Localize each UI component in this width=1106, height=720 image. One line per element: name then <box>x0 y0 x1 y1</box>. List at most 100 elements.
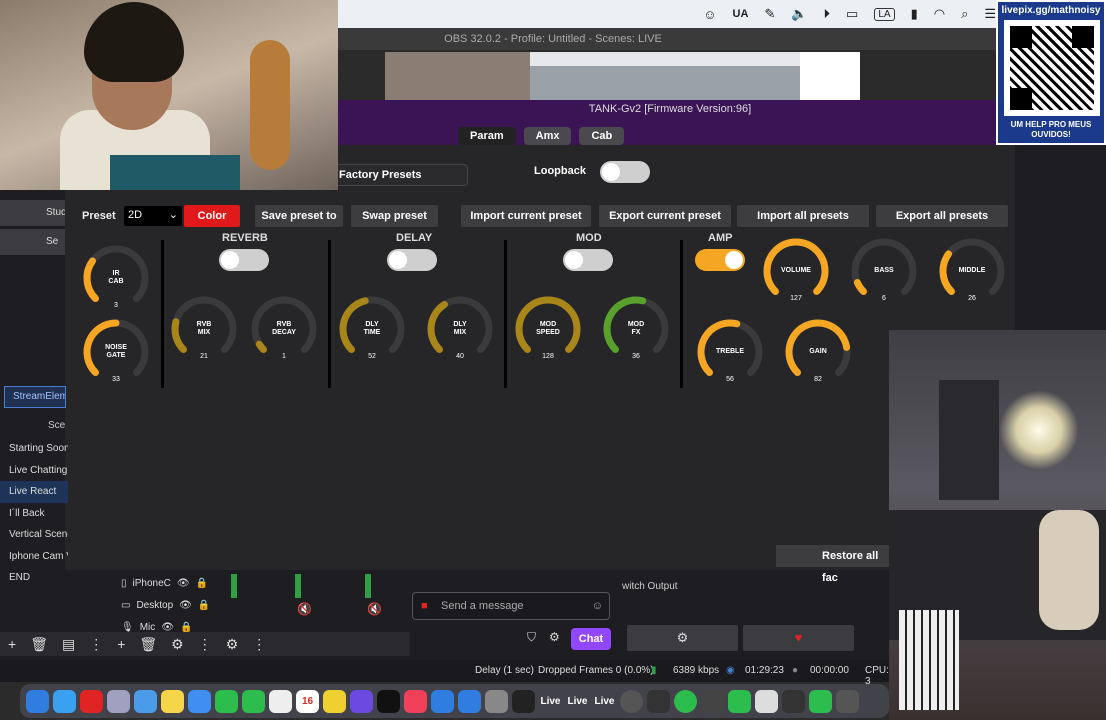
volume-icon[interactable]: 🔈 <box>791 6 807 22</box>
evernote-icon[interactable] <box>809 689 832 713</box>
scene-item[interactable]: END <box>0 567 68 589</box>
loopback-toggle[interactable] <box>600 161 650 183</box>
restore-all-factory-button[interactable]: Restore all fac <box>776 545 896 584</box>
gear-icon[interactable]: ⚙ <box>549 630 560 644</box>
preset-select[interactable]: 2D ⌄ <box>124 206 182 226</box>
lock-icon[interactable]: 🔒 <box>198 600 210 611</box>
weather-icon[interactable] <box>188 689 211 713</box>
filter-icon[interactable]: ▤ <box>62 636 75 653</box>
control-center-icon[interactable]: ☰ <box>984 6 996 22</box>
knob-bass[interactable]: BASS 6 <box>850 237 918 305</box>
eye-icon[interactable]: 👁 <box>179 600 192 611</box>
safari-icon[interactable] <box>53 689 76 713</box>
muted-speaker-icon[interactable]: 🔇 <box>297 602 312 616</box>
knob-rvb-mix[interactable]: RVB MIX 21 <box>170 295 238 363</box>
muted-speaker-icon[interactable]: 🔇 <box>367 602 382 616</box>
source-row[interactable]: ▯ iPhoneC 👁 🔒 <box>113 572 223 594</box>
save-preset-to-button[interactable]: Save preset to <box>255 205 343 227</box>
knob-mod-fx[interactable]: MOD FX 36 <box>602 295 670 363</box>
import-current-preset-button[interactable]: Import current preset <box>461 205 591 227</box>
search-icon[interactable]: ⌕ <box>961 6 968 22</box>
eye-icon[interactable]: 👁 <box>177 578 190 589</box>
factory-presets-button[interactable]: Factory Presets <box>330 164 468 186</box>
swap-preset-button[interactable]: Swap preset <box>351 205 438 227</box>
scene-item[interactable]: Live Chatting <box>0 460 68 482</box>
pen-icon[interactable]: ✎ <box>764 6 775 22</box>
misc-app-icon[interactable] <box>836 689 859 713</box>
chat-send-button[interactable]: Chat <box>571 628 611 650</box>
tab-cab[interactable]: Cab <box>579 127 625 145</box>
settings-button[interactable]: Se <box>0 229 65 255</box>
chat-input[interactable]: ■ Send a message ☺ <box>412 592 610 620</box>
appstore-icon[interactable] <box>458 689 481 713</box>
gear-icon[interactable]: ⚙ <box>171 636 184 653</box>
scene-item[interactable]: Iphone Cam V <box>0 546 68 568</box>
keynote-icon[interactable] <box>431 689 454 713</box>
music-icon[interactable] <box>404 689 427 713</box>
notes-icon[interactable] <box>161 689 184 713</box>
lock-icon[interactable]: 🔒 <box>180 622 192 633</box>
reverb-toggle[interactable] <box>219 249 269 271</box>
streamelements-button[interactable]: StreamElements <box>4 386 66 408</box>
ableton-live-icon[interactable]: Live <box>593 696 616 707</box>
ableton-live-icon[interactable]: Live <box>566 696 589 707</box>
play-icon[interactable]: ⏵ <box>824 6 831 22</box>
delay-toggle[interactable] <box>387 249 437 271</box>
capcut-icon[interactable] <box>512 689 535 713</box>
mixer-settings-icon[interactable]: ⚙ <box>226 636 239 653</box>
more-icon[interactable]: ⋮ <box>89 636 103 653</box>
battery-icon[interactable]: ▮ <box>911 6 918 22</box>
whatsapp-icon[interactable] <box>728 689 751 713</box>
system-settings-icon[interactable] <box>485 689 508 713</box>
knob-dly-mix[interactable]: DLY MIX 40 <box>426 295 494 363</box>
facetime-icon[interactable] <box>215 689 238 713</box>
eye-icon[interactable]: 👁 <box>161 622 174 633</box>
car-icon[interactable]: ▭ <box>846 6 858 22</box>
piano-app-icon[interactable] <box>755 689 778 713</box>
knob-rvb-decay[interactable]: RVB DECAY 1 <box>250 295 318 363</box>
heart-control-button[interactable]: ♥ <box>743 625 854 651</box>
knob-gain[interactable]: GAIN 82 <box>784 318 852 386</box>
export-all-presets-button[interactable]: Export all presets <box>876 205 1008 227</box>
obs-preview[interactable] <box>385 52 860 100</box>
more-icon[interactable]: ⋮ <box>252 636 266 653</box>
tab-param[interactable]: Param <box>458 127 516 145</box>
knob-ir-cab[interactable]: IR CAB 3 <box>82 244 150 312</box>
lock-icon[interactable]: 🔒 <box>196 578 208 589</box>
finalcut-icon[interactable] <box>782 689 805 713</box>
obs-icon[interactable] <box>620 689 643 713</box>
scene-item[interactable]: Vertical Scene <box>0 524 68 546</box>
ampersand-app-icon[interactable] <box>323 689 346 713</box>
knob-noise-gate[interactable]: NOISE GATE 33 <box>82 318 150 386</box>
add-icon[interactable]: + <box>8 636 16 652</box>
emoji-icon[interactable]: ☺ <box>592 593 603 619</box>
user-icon[interactable]: ☺ <box>703 7 716 22</box>
siri-icon[interactable] <box>350 689 373 713</box>
calendar-icon[interactable]: 16 <box>296 689 319 713</box>
messages-icon[interactable] <box>242 689 265 713</box>
color-button[interactable]: Color <box>184 205 240 227</box>
tab-amx[interactable]: Amx <box>523 127 572 145</box>
shield-icon[interactable]: ⛉ <box>527 630 536 645</box>
knob-middle[interactable]: MIDDLE 26 <box>938 237 1006 305</box>
photos-icon[interactable] <box>269 689 292 713</box>
settings-control-button[interactable]: ⚙ <box>627 625 738 651</box>
more-icon[interactable]: ⋮ <box>198 636 212 653</box>
launchpad-icon[interactable] <box>107 689 130 713</box>
appletv-icon[interactable] <box>377 689 400 713</box>
knob-treble[interactable]: TREBLE 56 <box>696 318 764 386</box>
knob-volume[interactable]: VOLUME 127 <box>762 237 830 305</box>
chrome-icon[interactable] <box>674 689 697 713</box>
mail-icon[interactable] <box>134 689 157 713</box>
scene-item-selected[interactable]: Live React <box>0 481 68 503</box>
amp-toggle[interactable] <box>695 249 745 271</box>
input-source-la[interactable]: LA <box>874 7 895 21</box>
finder-icon[interactable] <box>26 689 49 713</box>
studio-mode-button[interactable]: Studio <box>0 200 65 226</box>
trash-icon[interactable]: 🗑 <box>30 636 48 653</box>
scene-item[interactable]: Starting Soon <box>0 438 68 460</box>
keyboard-ua-indicator[interactable]: UA <box>733 8 749 20</box>
knob-mod-speed[interactable]: MOD SPEED 128 <box>514 295 582 363</box>
waveform-app-icon[interactable] <box>647 689 670 713</box>
add-source-icon[interactable]: + <box>117 636 125 652</box>
